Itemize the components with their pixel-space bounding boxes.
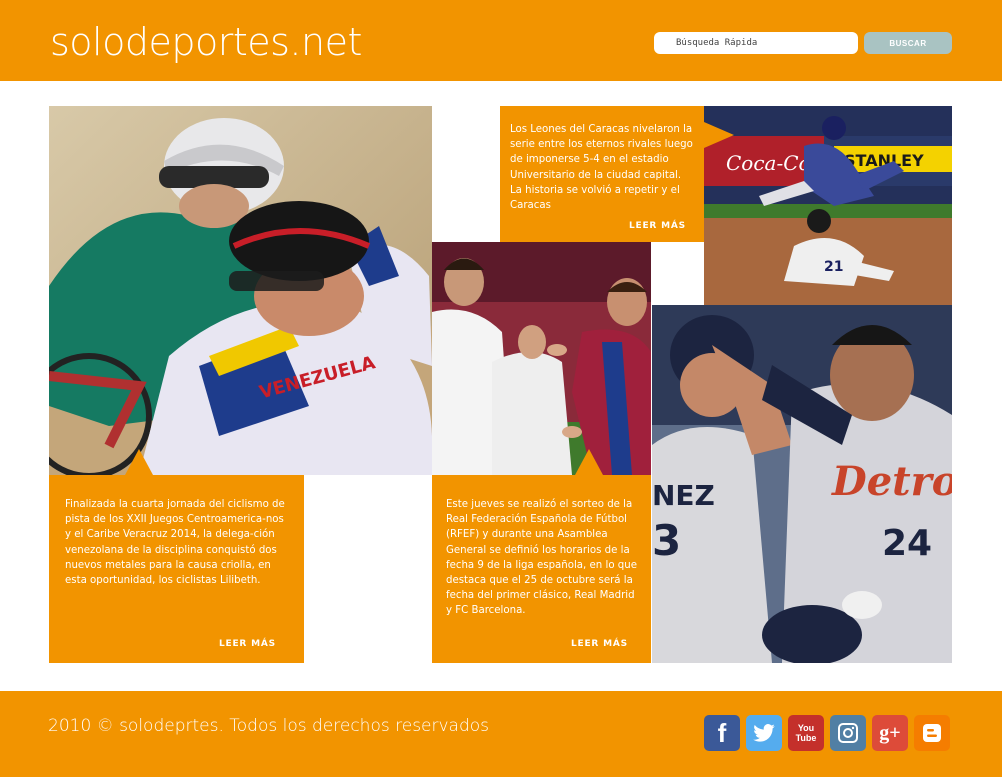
youtube-icon[interactable]: You Tube: [788, 715, 824, 751]
article-card-baseball: Los Leones del Caracas nivelaron la seri…: [500, 106, 704, 242]
article-text: Finalizada la cuarta jornada del ciclism…: [65, 499, 285, 587]
site-logo[interactable]: solodeportes.net: [50, 20, 362, 64]
google-plus-icon[interactable]: g+: [872, 715, 908, 751]
article-card-football: Este jueves se realizó el sorteo de la R…: [432, 475, 651, 663]
article-text: Los Leones del Caracas nivelaron la seri…: [510, 124, 693, 212]
baseball-slide-photo[interactable]: Coca-Cola STANLEY 21: [704, 106, 952, 305]
footer: 2010 © solodeprtes. Todos los derechos r…: [0, 691, 1002, 777]
svg-text:24: 24: [882, 523, 932, 564]
search-input[interactable]: [654, 32, 858, 54]
pointer-notch: [575, 449, 603, 475]
twitter-icon[interactable]: [746, 715, 782, 751]
svg-text:NEZ: NEZ: [652, 479, 715, 512]
cycling-photo[interactable]: VENEZUELA: [49, 106, 432, 475]
search-button[interactable]: BUSCAR: [864, 32, 952, 54]
baseball-celebration-photo[interactable]: NEZ 3 Detroit 24: [652, 305, 952, 663]
svg-text:Detroit: Detroit: [831, 458, 952, 505]
svg-text:3: 3: [652, 516, 681, 565]
read-more-link[interactable]: LEER MÁS: [629, 219, 686, 234]
read-more-link[interactable]: LEER MÁS: [219, 637, 276, 652]
pointer-notch: [125, 449, 153, 475]
svg-text:21: 21: [824, 259, 843, 275]
read-more-link[interactable]: LEER MÁS: [571, 637, 628, 652]
article-card-cycling: Finalizada la cuarta jornada del ciclism…: [49, 475, 304, 663]
football-photo[interactable]: [432, 242, 651, 475]
article-text: Este jueves se realizó el sorteo de la R…: [446, 499, 637, 617]
header: solodeportes.net BUSCAR: [0, 0, 1002, 81]
facebook-icon[interactable]: f: [704, 715, 740, 751]
instagram-icon[interactable]: [830, 715, 866, 751]
blogger-icon[interactable]: [914, 715, 950, 751]
pointer-notch: [704, 122, 734, 148]
copyright-text: 2010 © solodeprtes. Todos los derechos r…: [48, 716, 490, 736]
